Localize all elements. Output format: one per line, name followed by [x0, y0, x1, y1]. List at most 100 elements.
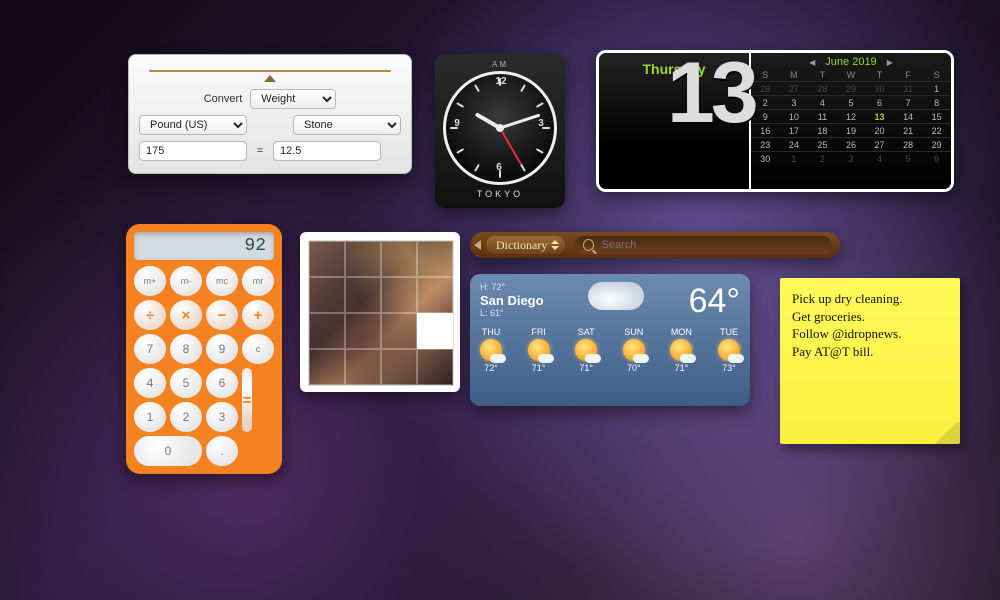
weather-widget[interactable]: H: 72° San Diego L: 61° 64° THU72°FRI71°…	[470, 274, 750, 406]
calendar-day[interactable]: 7	[894, 96, 923, 110]
calendar-day[interactable]: 5	[837, 96, 866, 110]
calendar-day[interactable]: 9	[751, 110, 780, 124]
puzzle-tile[interactable]	[345, 241, 381, 277]
calc-key-.[interactable]: .	[206, 436, 238, 466]
calc-key-=[interactable]: =	[242, 368, 252, 432]
puzzle-tile[interactable]	[309, 349, 345, 385]
calendar-day[interactable]: 13	[865, 110, 894, 124]
calendar-day[interactable]: 27	[865, 138, 894, 152]
puzzle-grid[interactable]	[308, 240, 454, 386]
calc-key-8[interactable]: 8	[170, 334, 202, 364]
calendar-day[interactable]: 11	[808, 110, 837, 124]
calendar-day[interactable]: 30	[751, 152, 780, 166]
calc-key-2[interactable]: 2	[170, 402, 202, 432]
puzzle-tile[interactable]	[345, 277, 381, 313]
calendar-day[interactable]: 26	[837, 138, 866, 152]
puzzle-tile[interactable]	[417, 277, 453, 313]
disclosure-icon[interactable]	[474, 240, 481, 250]
calendar-day[interactable]: 31	[894, 82, 923, 96]
sticky-note-widget[interactable]: Pick up dry cleaning.Get groceries.Follo…	[780, 278, 960, 444]
calc-key-9[interactable]: 9	[206, 334, 238, 364]
puzzle-tile[interactable]	[345, 313, 381, 349]
calendar-day[interactable]: 30	[865, 82, 894, 96]
unit-converter-widget[interactable]: Convert Weight Pound (US) Stone =	[128, 54, 412, 174]
next-month-button[interactable]: ▶	[887, 58, 893, 67]
calculator-widget[interactable]: 92 m+m-mcmr÷×−+789c456=1230.	[126, 224, 282, 474]
calendar-day[interactable]: 25	[808, 138, 837, 152]
calc-key-m-[interactable]: m-	[170, 266, 202, 296]
calc-key-0[interactable]: 0	[134, 436, 202, 466]
calc-key-−[interactable]: −	[206, 300, 238, 330]
tile-puzzle-widget[interactable]	[300, 232, 460, 392]
sticky-line[interactable]: Pick up dry cleaning.	[792, 290, 948, 308]
calc-key-3[interactable]: 3	[206, 402, 238, 432]
calendar-day[interactable]: 10	[780, 110, 809, 124]
calendar-day[interactable]: 15	[922, 110, 951, 124]
calendar-day[interactable]: 19	[837, 124, 866, 138]
calc-key-÷[interactable]: ÷	[134, 300, 166, 330]
to-value-input[interactable]	[273, 141, 381, 161]
calendar-day[interactable]: 3	[780, 96, 809, 110]
calc-key-6[interactable]: 6	[206, 368, 238, 398]
calendar-day[interactable]: 12	[837, 110, 866, 124]
puzzle-tile[interactable]	[381, 241, 417, 277]
calendar-day[interactable]: 3	[837, 152, 866, 166]
calendar-day[interactable]: 6	[865, 96, 894, 110]
calendar-day[interactable]: 29	[922, 138, 951, 152]
calendar-day[interactable]: 14	[894, 110, 923, 124]
calc-key-mc[interactable]: mc	[206, 266, 238, 296]
calendar-day[interactable]: 8	[922, 96, 951, 110]
calendar-day[interactable]: 28	[808, 82, 837, 96]
calendar-day[interactable]: 18	[808, 124, 837, 138]
search-field[interactable]	[575, 236, 832, 254]
calendar-day[interactable]: 29	[837, 82, 866, 96]
from-unit-select[interactable]: Pound (US)	[139, 115, 247, 135]
sticky-line[interactable]: Follow @idropnews.	[792, 325, 948, 343]
calendar-day[interactable]: 5	[894, 152, 923, 166]
calc-key-7[interactable]: 7	[134, 334, 166, 364]
puzzle-tile[interactable]	[381, 313, 417, 349]
calc-key-1[interactable]: 1	[134, 402, 166, 432]
puzzle-tile[interactable]	[417, 313, 453, 349]
calc-key-c[interactable]: c	[242, 334, 274, 364]
calendar-day[interactable]: 28	[894, 138, 923, 152]
sticky-line[interactable]: Pay AT@T bill.	[792, 343, 948, 361]
puzzle-tile[interactable]	[309, 313, 345, 349]
calendar-day[interactable]: 2	[751, 96, 780, 110]
calendar-day[interactable]: 4	[808, 96, 837, 110]
puzzle-tile[interactable]	[381, 277, 417, 313]
dictionary-mode-select[interactable]: Dictionary	[486, 236, 565, 254]
calendar-day[interactable]: 27	[780, 82, 809, 96]
world-clock-widget[interactable]: AM 12369 TOKYO	[435, 54, 565, 208]
calendar-day[interactable]: 2	[808, 152, 837, 166]
puzzle-tile[interactable]	[417, 349, 453, 385]
sticky-line[interactable]: Get groceries.	[792, 308, 948, 326]
calendar-day[interactable]: 6	[922, 152, 951, 166]
dictionary-widget[interactable]: Dictionary	[470, 232, 840, 258]
from-value-input[interactable]	[139, 141, 247, 161]
calendar-widget[interactable]: Thursday 13 ◀ June 2019 ▶ SMTWTFS 262728…	[596, 50, 954, 192]
puzzle-tile[interactable]	[309, 241, 345, 277]
puzzle-tile[interactable]	[381, 349, 417, 385]
calendar-day[interactable]: 23	[751, 138, 780, 152]
calendar-day[interactable]: 26	[751, 82, 780, 96]
calendar-day[interactable]: 17	[780, 124, 809, 138]
calc-key-5[interactable]: 5	[170, 368, 202, 398]
calc-key-+[interactable]: +	[242, 300, 274, 330]
to-unit-select[interactable]: Stone	[293, 115, 401, 135]
calc-key-mr[interactable]: mr	[242, 266, 274, 296]
calc-key-4[interactable]: 4	[134, 368, 166, 398]
prev-month-button[interactable]: ◀	[809, 58, 815, 67]
calendar-day[interactable]: 20	[865, 124, 894, 138]
puzzle-tile[interactable]	[309, 277, 345, 313]
category-select[interactable]: Weight	[250, 89, 336, 109]
calc-key-×[interactable]: ×	[170, 300, 202, 330]
calendar-day[interactable]: 1	[780, 152, 809, 166]
calendar-day[interactable]: 16	[751, 124, 780, 138]
calendar-day[interactable]: 21	[894, 124, 923, 138]
puzzle-tile[interactable]	[345, 349, 381, 385]
calendar-day[interactable]: 24	[780, 138, 809, 152]
search-input[interactable]	[599, 238, 824, 252]
calendar-day[interactable]: 22	[922, 124, 951, 138]
puzzle-tile[interactable]	[417, 241, 453, 277]
